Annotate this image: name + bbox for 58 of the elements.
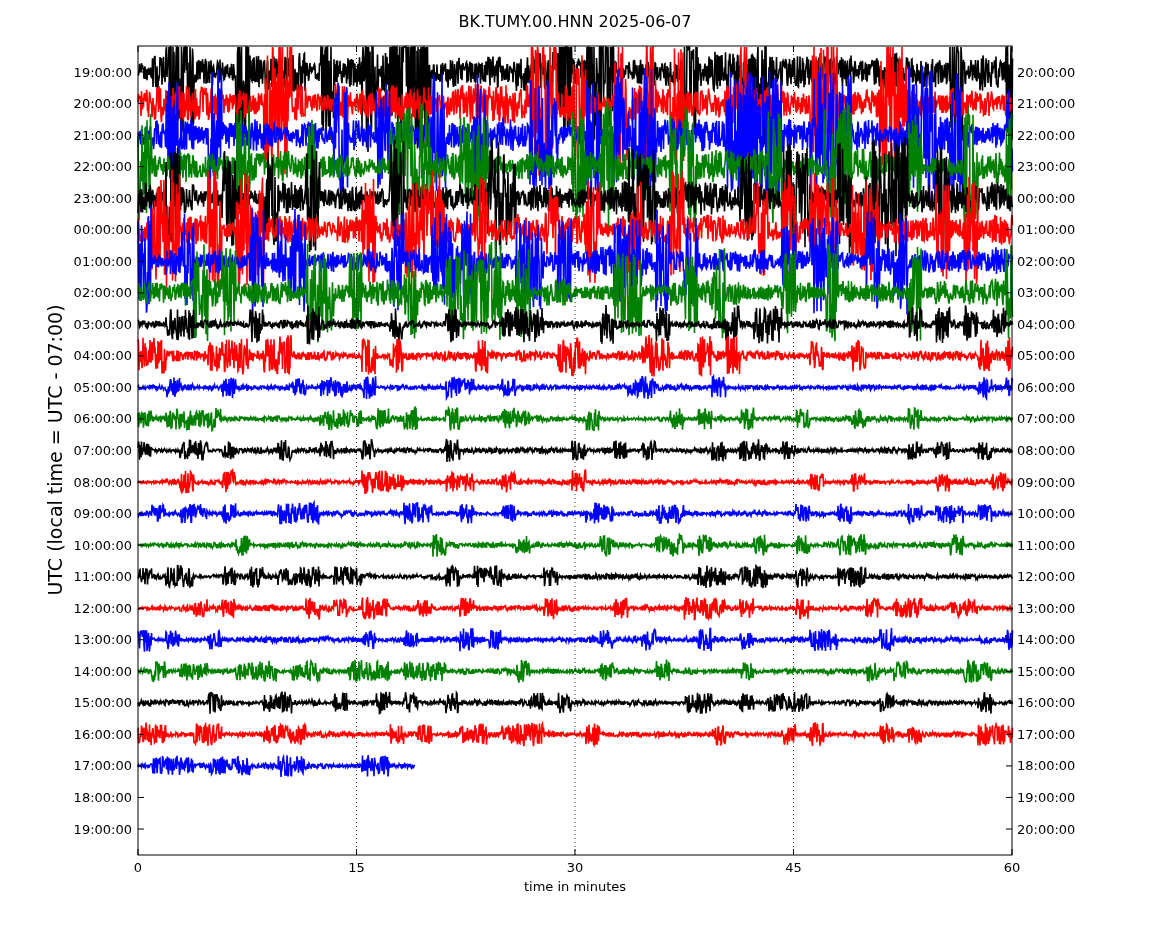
y-tick-label: 19:00:00: [1017, 789, 1076, 805]
x-tick-label: 45: [785, 860, 802, 875]
y-tick-label: 06:00:00: [73, 411, 132, 427]
y-tick-label: 02:00:00: [1017, 253, 1076, 269]
y-tick-label: 13:00:00: [1017, 600, 1076, 616]
y-tick-label: 23:00:00: [1017, 159, 1076, 175]
y-tick-label: 01:00:00: [1017, 222, 1076, 238]
y-tick-label: 21:00:00: [73, 127, 132, 143]
y-tick-label: 01:00:00: [73, 253, 132, 269]
y-tick-label: 08:00:00: [73, 474, 132, 490]
y-tick-label: 16:00:00: [1017, 695, 1076, 711]
y-tick-label: 10:00:00: [73, 537, 132, 553]
y-tick-label: 11:00:00: [1017, 537, 1076, 553]
y-tick-label: 23:00:00: [73, 190, 132, 206]
y-tick-label: 07:00:00: [1017, 411, 1076, 427]
y-tick-label: 19:00:00: [73, 64, 132, 80]
y-tick-label: 22:00:00: [1017, 127, 1076, 143]
y-tick-label: 22:00:00: [73, 159, 132, 175]
y-tick-label: 09:00:00: [73, 506, 132, 522]
y-tick-label: 17:00:00: [73, 758, 132, 774]
y-tick-label: 00:00:00: [1017, 190, 1076, 206]
y-tick-label: 18:00:00: [1017, 758, 1076, 774]
y-tick-label: 20:00:00: [1017, 821, 1076, 837]
y-tick-label: 11:00:00: [73, 569, 132, 585]
y-tick-label: 05:00:00: [73, 379, 132, 395]
y-tick-label: 19:00:00: [73, 821, 132, 837]
chart-title: BK.TUMY.00.HNN 2025-06-07: [458, 12, 692, 31]
y-tick-label: 12:00:00: [73, 600, 132, 616]
y-tick-label: 00:00:00: [73, 222, 132, 238]
y-tick-label: 17:00:00: [1017, 726, 1076, 742]
x-tick-label: 15: [348, 860, 365, 875]
y-tick-label: 14:00:00: [73, 663, 132, 679]
x-tick-label: 60: [1003, 860, 1021, 875]
y-tick-label: 03:00:00: [1017, 285, 1076, 301]
y-tick-label: 10:00:00: [1017, 506, 1076, 522]
y-tick-label: 04:00:00: [73, 348, 132, 364]
y-tick-label: 15:00:00: [1017, 663, 1076, 679]
y-tick-label: 16:00:00: [73, 726, 132, 742]
y-tick-label: 18:00:00: [73, 789, 132, 805]
y-tick-label: 14:00:00: [1017, 632, 1076, 648]
x-tick-label: 0: [133, 860, 143, 875]
y-tick-label: 03:00:00: [73, 316, 132, 332]
y-tick-label: 08:00:00: [1017, 443, 1076, 458]
x-tick-label: 30: [566, 860, 584, 875]
y-tick-label: 07:00:00: [73, 443, 132, 458]
y-tick-label: 15:00:00: [73, 695, 132, 711]
y-tick-label: 05:00:00: [1017, 348, 1076, 364]
y-tick-label: 06:00:00: [1017, 379, 1076, 395]
y-axis-label: UTC (local time = UTC - 07:00): [44, 304, 66, 596]
x-axis-label: time in minutes: [523, 879, 627, 894]
y-tick-label: 20:00:00: [1017, 64, 1076, 80]
y-tick-label: 20:00:00: [73, 96, 132, 112]
y-tick-label: 02:00:00: [73, 285, 132, 301]
y-tick-label: 12:00:00: [1017, 569, 1076, 585]
y-tick-label: 21:00:00: [1017, 96, 1076, 112]
y-tick-label: 09:00:00: [1017, 474, 1076, 490]
y-tick-label: 13:00:00: [73, 632, 132, 648]
y-tick-label: 04:00:00: [1017, 316, 1076, 332]
